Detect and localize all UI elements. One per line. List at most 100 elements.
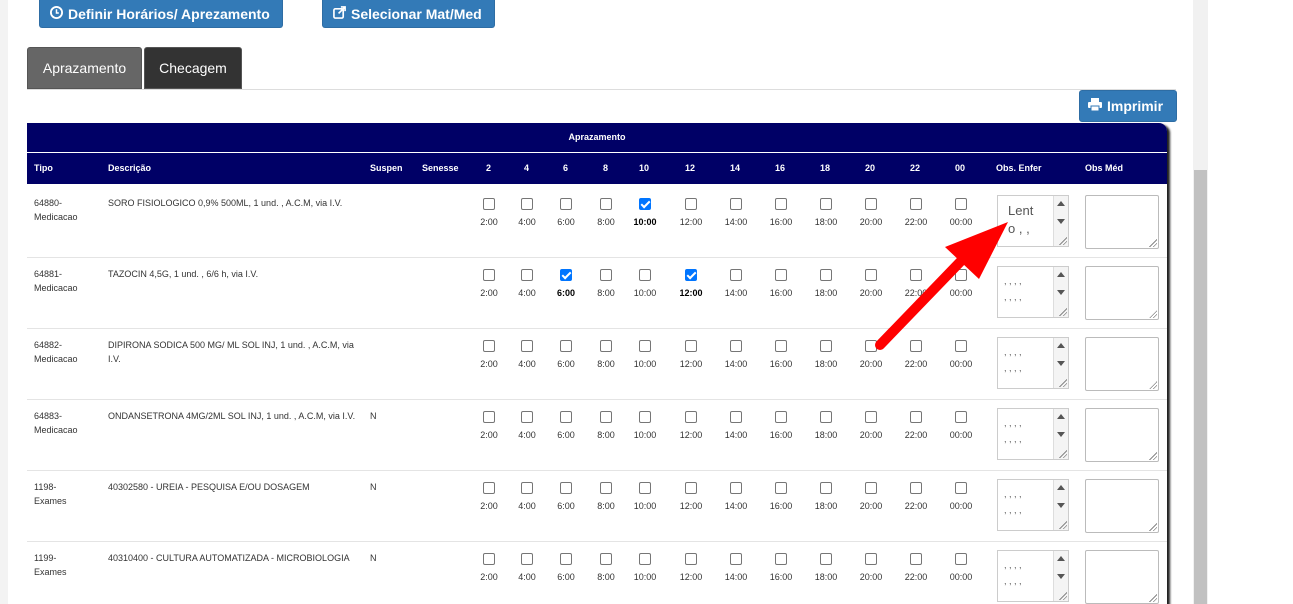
obs-med-textarea[interactable]: [1085, 337, 1159, 391]
schedule-checkbox[interactable]: [910, 411, 922, 423]
schedule-checkbox[interactable]: [639, 411, 651, 423]
schedule-checkbox[interactable]: [955, 269, 967, 281]
schedule-checkbox[interactable]: [685, 553, 697, 565]
resize-grip-icon[interactable]: [1059, 450, 1067, 458]
schedule-checkbox[interactable]: [730, 411, 742, 423]
chevron-up-icon[interactable]: [1057, 201, 1065, 206]
schedule-checkbox[interactable]: [483, 198, 495, 210]
schedule-checkbox[interactable]: [955, 482, 967, 494]
schedule-checkbox[interactable]: [775, 340, 787, 352]
chevron-down-icon[interactable]: [1057, 574, 1065, 579]
schedule-checkbox[interactable]: [910, 340, 922, 352]
schedule-checkbox[interactable]: [600, 198, 612, 210]
resize-grip-icon[interactable]: [1149, 523, 1157, 531]
schedule-checkbox[interactable]: [820, 198, 832, 210]
schedule-checkbox[interactable]: [730, 198, 742, 210]
schedule-checkbox[interactable]: [910, 198, 922, 210]
schedule-checkbox[interactable]: [560, 411, 572, 423]
schedule-checkbox[interactable]: [820, 411, 832, 423]
schedule-checkbox[interactable]: [865, 198, 877, 210]
schedule-checkbox[interactable]: [730, 482, 742, 494]
schedule-checkbox[interactable]: [560, 553, 572, 565]
tab-aprazamento[interactable]: Aprazamento: [27, 47, 142, 89]
schedule-checkbox[interactable]: [730, 269, 742, 281]
schedule-checkbox[interactable]: [483, 340, 495, 352]
schedule-checkbox[interactable]: [560, 482, 572, 494]
schedule-checkbox[interactable]: [483, 553, 495, 565]
schedule-checkbox[interactable]: [775, 198, 787, 210]
resize-grip-icon[interactable]: [1059, 379, 1067, 387]
schedule-checkbox[interactable]: [639, 553, 651, 565]
chevron-up-icon[interactable]: [1057, 343, 1065, 348]
schedule-checkbox[interactable]: [600, 482, 612, 494]
obs-enfer-input[interactable]: Lent o , ,: [997, 195, 1069, 247]
schedule-checkbox[interactable]: [483, 482, 495, 494]
schedule-checkbox[interactable]: [865, 269, 877, 281]
schedule-checkbox[interactable]: [521, 553, 533, 565]
obs-med-textarea[interactable]: [1085, 408, 1159, 462]
schedule-checkbox[interactable]: [910, 269, 922, 281]
schedule-checkbox[interactable]: [600, 411, 612, 423]
schedule-checkbox[interactable]: [910, 553, 922, 565]
schedule-checkbox[interactable]: [600, 553, 612, 565]
schedule-checkbox[interactable]: [521, 411, 533, 423]
chevron-up-icon[interactable]: [1057, 485, 1065, 490]
obs-enfer-input[interactable]: , , , , , , , ,: [997, 479, 1069, 531]
obs-enfer-input[interactable]: , , , , , , , ,: [997, 337, 1069, 389]
schedule-checkbox[interactable]: [685, 198, 697, 210]
schedule-checkbox[interactable]: [639, 198, 651, 210]
schedule-checkbox[interactable]: [685, 340, 697, 352]
print-button[interactable]: Imprimir: [1079, 90, 1177, 122]
obs-med-textarea[interactable]: [1085, 479, 1159, 533]
schedule-checkbox[interactable]: [865, 553, 877, 565]
schedule-checkbox[interactable]: [865, 340, 877, 352]
chevron-down-icon[interactable]: [1057, 503, 1065, 508]
schedule-checkbox[interactable]: [639, 482, 651, 494]
obs-med-textarea[interactable]: [1085, 550, 1159, 604]
schedule-checkbox[interactable]: [955, 340, 967, 352]
schedule-checkbox[interactable]: [483, 411, 495, 423]
chevron-up-icon[interactable]: [1057, 272, 1065, 277]
schedule-checkbox[interactable]: [639, 340, 651, 352]
schedule-checkbox[interactable]: [820, 482, 832, 494]
chevron-down-icon[interactable]: [1057, 290, 1065, 295]
resize-grip-icon[interactable]: [1149, 594, 1157, 602]
chevron-down-icon[interactable]: [1057, 432, 1065, 437]
obs-med-textarea[interactable]: [1085, 195, 1159, 249]
schedule-checkbox[interactable]: [775, 482, 787, 494]
schedule-checkbox[interactable]: [730, 553, 742, 565]
schedule-checkbox[interactable]: [560, 269, 572, 281]
schedule-checkbox[interactable]: [521, 198, 533, 210]
schedule-checkbox[interactable]: [521, 340, 533, 352]
obs-enfer-input[interactable]: , , , , , , , ,: [997, 550, 1069, 602]
scrollbar[interactable]: [1193, 0, 1208, 604]
schedule-checkbox[interactable]: [600, 269, 612, 281]
schedule-checkbox[interactable]: [483, 269, 495, 281]
resize-grip-icon[interactable]: [1059, 237, 1067, 245]
chevron-down-icon[interactable]: [1057, 219, 1065, 224]
define-schedule-button[interactable]: Definir Horários/ Aprezamento: [39, 0, 283, 28]
schedule-checkbox[interactable]: [521, 482, 533, 494]
schedule-checkbox[interactable]: [865, 482, 877, 494]
schedule-checkbox[interactable]: [521, 269, 533, 281]
resize-grip-icon[interactable]: [1149, 310, 1157, 318]
schedule-checkbox[interactable]: [685, 482, 697, 494]
schedule-checkbox[interactable]: [775, 411, 787, 423]
schedule-checkbox[interactable]: [820, 553, 832, 565]
resize-grip-icon[interactable]: [1059, 308, 1067, 316]
schedule-checkbox[interactable]: [775, 269, 787, 281]
schedule-checkbox[interactable]: [955, 553, 967, 565]
schedule-checkbox[interactable]: [865, 411, 877, 423]
schedule-checkbox[interactable]: [910, 482, 922, 494]
select-matmed-button[interactable]: Selecionar Mat/Med: [322, 0, 495, 28]
chevron-down-icon[interactable]: [1057, 361, 1065, 366]
schedule-checkbox[interactable]: [730, 340, 742, 352]
schedule-checkbox[interactable]: [775, 553, 787, 565]
obs-med-textarea[interactable]: [1085, 266, 1159, 320]
scrollbar-thumb[interactable]: [1194, 170, 1207, 604]
resize-grip-icon[interactable]: [1149, 381, 1157, 389]
chevron-up-icon[interactable]: [1057, 414, 1065, 419]
resize-grip-icon[interactable]: [1149, 239, 1157, 247]
schedule-checkbox[interactable]: [820, 340, 832, 352]
chevron-up-icon[interactable]: [1057, 556, 1065, 561]
